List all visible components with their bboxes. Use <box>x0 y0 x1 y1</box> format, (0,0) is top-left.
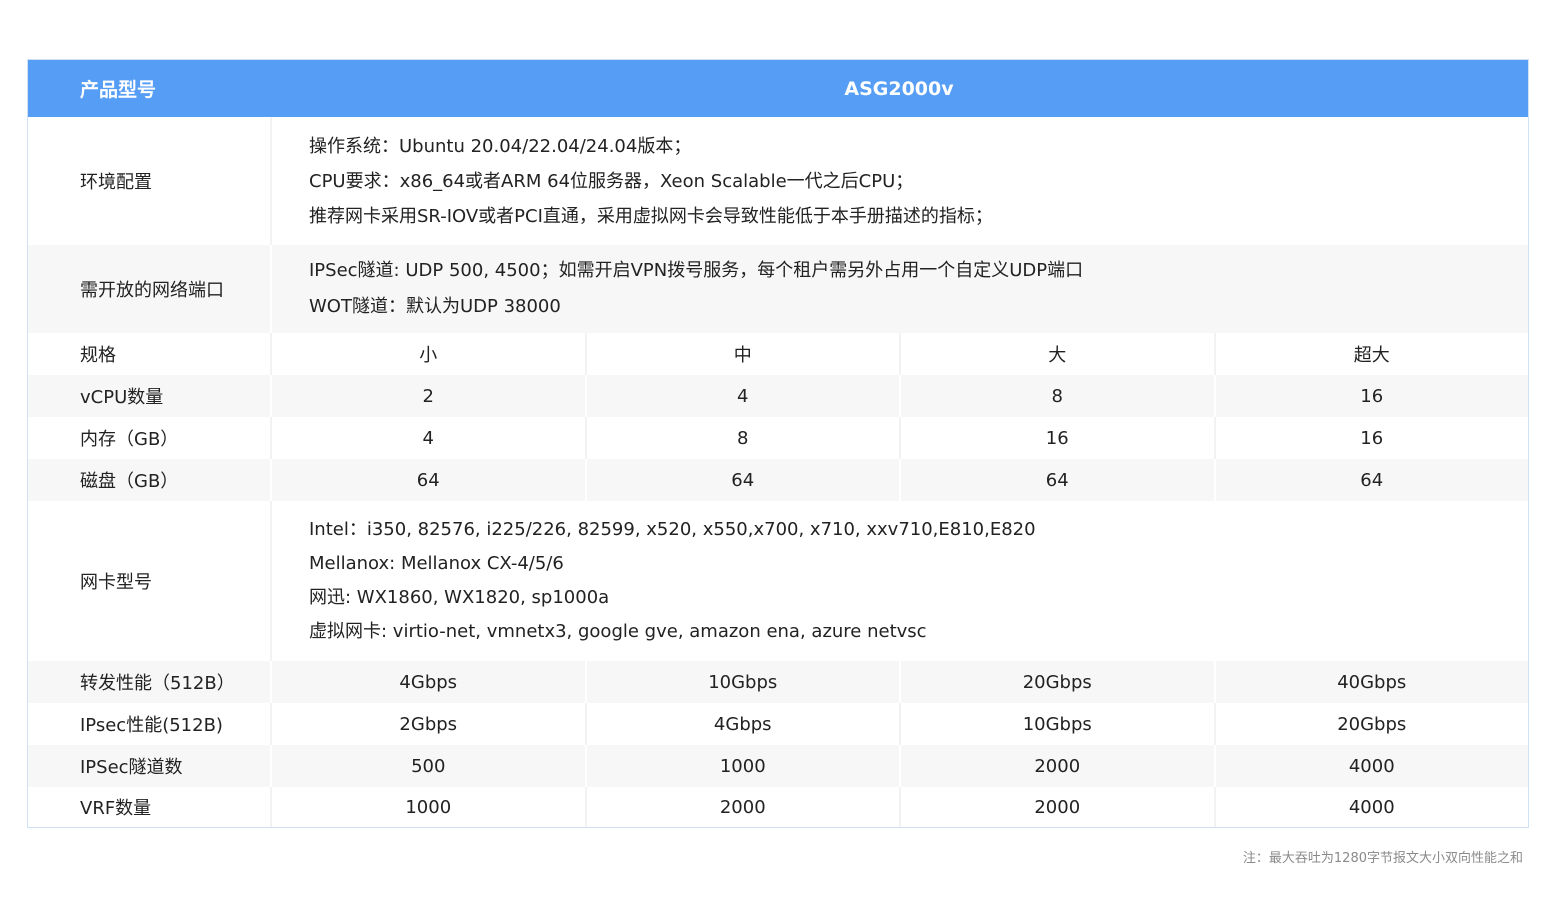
row-ipsec: IPsec性能(512B) 2Gbps 4Gbps 10Gbps 20Gbps <box>28 703 1528 745</box>
table-cell: 2000 <box>899 745 1214 787</box>
row-spec: 规格 小 中 大 超大 <box>28 333 1528 375</box>
table-cell: 小 <box>270 333 585 375</box>
table-cell: 中 <box>584 333 900 375</box>
table-cell: 4000 <box>1213 745 1529 787</box>
nic-line: Intel：i350, 82576, i225/226, 82599, x520… <box>309 519 1036 540</box>
row-label: 网卡型号 <box>80 572 152 593</box>
ports-line: WOT隧道：默认为UDP 38000 <box>309 296 561 317</box>
row-tunnels: IPSec隧道数 500 1000 2000 4000 <box>28 745 1528 787</box>
table-cell: 4 <box>584 375 900 417</box>
table-cell: 2 <box>270 375 585 417</box>
table-cell: 20Gbps <box>1213 703 1529 745</box>
table-cell: 超大 <box>1213 333 1529 375</box>
env-line: 操作系统：Ubuntu 20.04/22.04/24.04版本； <box>309 135 692 157</box>
table-cell: 2000 <box>899 787 1214 827</box>
row-label: 内存（GB） <box>80 429 179 450</box>
table-cell: 64 <box>270 459 585 501</box>
row-forwarding: 转发性能（512B） 4Gbps 10Gbps 20Gbps 40Gbps <box>28 661 1528 703</box>
table-cell: 4 <box>270 417 585 459</box>
table-cell: 16 <box>1213 375 1529 417</box>
row-mem: 内存（GB） 4 8 16 16 <box>28 417 1528 459</box>
env-line: CPU要求：x86_64或者ARM 64位服务器，Xeon Scalable一代… <box>309 170 914 192</box>
row-label: 需开放的网络端口 <box>80 280 224 301</box>
table-cell: 40Gbps <box>1213 661 1529 703</box>
table-cell: 2Gbps <box>270 703 585 745</box>
footnote: 注：最大吞吐为1280字节报文大小双向性能之和 <box>1242 851 1523 866</box>
table-cell: 10Gbps <box>899 703 1214 745</box>
nic-line: 虚拟网卡: virtio-net, vmnetx3, google gve, a… <box>309 621 927 642</box>
row-label: IPsec性能(512B) <box>80 715 223 736</box>
row-disk: 磁盘（GB） 64 64 64 64 <box>28 459 1528 501</box>
row-label: 磁盘（GB） <box>80 471 179 492</box>
table-cell: 4Gbps <box>270 661 585 703</box>
table-cell: 2000 <box>584 787 900 827</box>
table-cell: 4Gbps <box>584 703 900 745</box>
header-label: 产品型号 <box>80 79 157 101</box>
env-line: 推荐网卡采用SR-IOV或者PCI直通，采用虚拟网卡会导致性能低于本手册描述的指… <box>309 205 993 227</box>
row-label: 转发性能（512B） <box>80 673 235 694</box>
table-cell: 64 <box>1213 459 1529 501</box>
row-env: 环境配置 操作系统：Ubuntu 20.04/22.04/24.04版本； CP… <box>28 117 1528 245</box>
nic-line: Mellanox: Mellanox CX-4/5/6 <box>309 553 564 574</box>
row-nic: 网卡型号 Intel：i350, 82576, i225/226, 82599,… <box>28 501 1528 661</box>
row-label: VRF数量 <box>80 798 152 819</box>
table-header: 产品型号 ASG2000v <box>28 60 1528 117</box>
table-cell: 64 <box>584 459 900 501</box>
model-name: ASG2000v <box>844 77 954 100</box>
row-label: IPSec隧道数 <box>80 757 183 778</box>
table-cell: 大 <box>899 333 1214 375</box>
spec-table: 产品型号 ASG2000v 环境配置 操作系统：Ubuntu 20.04/22.… <box>27 59 1529 828</box>
table-cell: 16 <box>899 417 1214 459</box>
table-cell: 16 <box>1213 417 1529 459</box>
table-cell: 20Gbps <box>899 661 1214 703</box>
table-cell: 1000 <box>584 745 900 787</box>
ports-line: IPSec隧道: UDP 500, 4500；如需开启VPN拨号服务，每个租户需… <box>309 260 1084 281</box>
table-cell: 4000 <box>1213 787 1529 827</box>
table-cell: 8 <box>584 417 900 459</box>
nic-line: 网迅: WX1860, WX1820, sp1000a <box>309 587 610 608</box>
row-label: 环境配置 <box>80 172 152 193</box>
row-ports: 需开放的网络端口 IPSec隧道: UDP 500, 4500；如需开启VPN拨… <box>28 245 1528 333</box>
table-cell: 500 <box>270 745 585 787</box>
table-cell: 10Gbps <box>584 661 900 703</box>
row-vcpu: vCPU数量 2 4 8 16 <box>28 375 1528 417</box>
row-label: vCPU数量 <box>80 387 164 408</box>
table-cell: 8 <box>899 375 1214 417</box>
row-vrf: VRF数量 1000 2000 2000 4000 <box>28 787 1528 827</box>
row-label: 规格 <box>80 345 116 366</box>
table-cell: 1000 <box>270 787 585 827</box>
table-cell: 64 <box>899 459 1214 501</box>
